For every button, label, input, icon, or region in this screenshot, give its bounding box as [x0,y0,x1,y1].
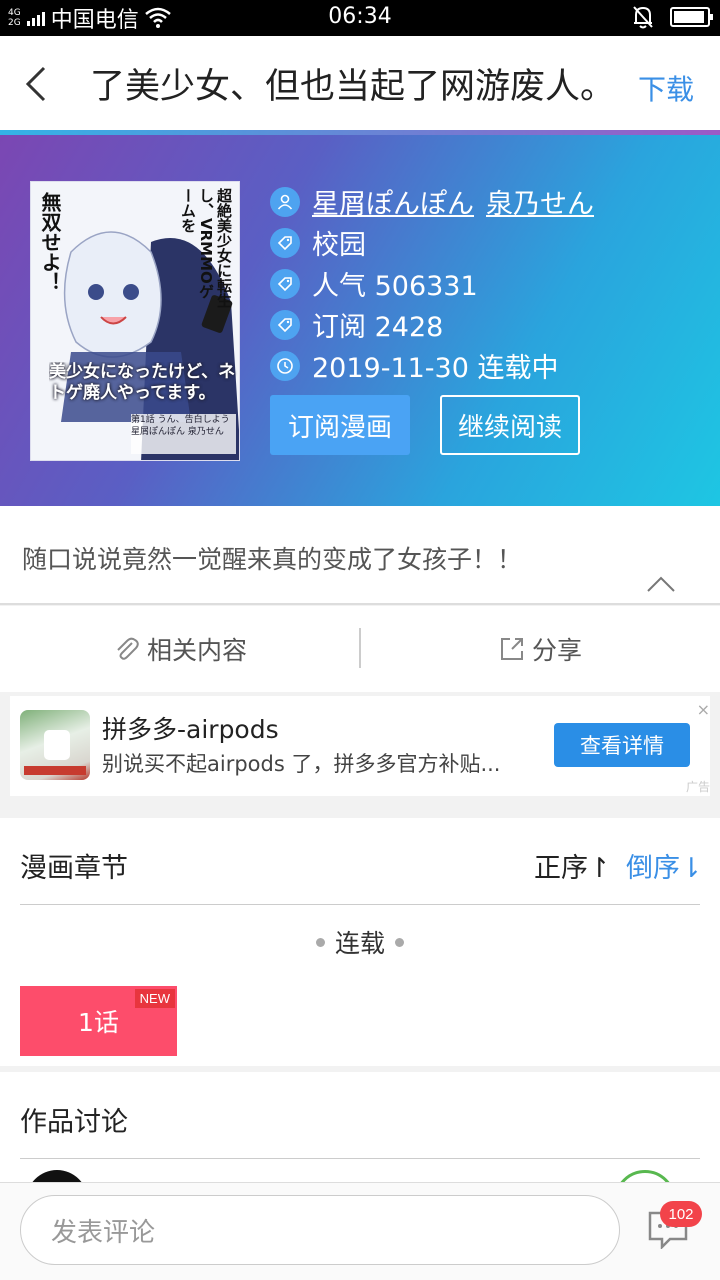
cover-title: 美少女になったけど、ネトゲ廃人やってます。 [49,362,236,403]
serial-status: 连载 [0,924,720,960]
popularity-row: 人气 506331 [270,263,710,304]
action-row: 相关内容 分享 [0,606,720,692]
description-text: 随口说说竟然一觉醒来真的变成了女孩子！！ [22,545,523,574]
comic-meta: 星屑ぽんぽん 泉乃せん 校园 人气 506331 订阅 2428 2019-11… [270,181,710,386]
author-link[interactable]: 星屑ぽんぽん [312,182,474,221]
download-button[interactable]: 下载 [638,68,694,108]
description-panel: 随口说说竟然一觉醒来真的变成了女孩子！！ [0,506,720,605]
battery-icon [670,7,713,27]
status-right [632,5,713,29]
tag-icon [270,309,300,340]
episode-label: 1话 [78,1008,119,1037]
cover-episode: 第1話 うん、告白しよう 星屑ぽんぽん 泉乃せん [131,414,236,454]
episode-button[interactable]: 1话 NEW [20,986,177,1056]
subscription-row: 订阅 2428 [270,304,710,345]
continue-reading-button[interactable]: 继续阅读 [440,395,580,455]
status-bar: 4G 2G 中国电信 06:34 [0,0,720,36]
tag-icon [270,268,300,299]
sort-ascending-button[interactable]: 正序↾ [534,846,611,885]
share-button[interactable]: 分享 [360,606,720,692]
share-label: 分享 [531,636,582,665]
ad-banner[interactable]: 拼多多-airpods 别说买不起airpods 了，拼多多官方补贴... 查看… [10,696,710,796]
page-title: 了美少女、但也当起了网游废人。 [90,67,616,107]
related-content-label: 相关内容 [146,636,247,665]
subscription-count: 订阅 2428 [312,312,444,343]
subscribe-button[interactable]: 订阅漫画 [270,395,410,455]
ad-tag: 广告 [685,780,710,794]
cover-slogan: 無双せよ！ [38,192,62,292]
chevron-up-icon[interactable] [646,574,676,594]
date-row: 2019-11-30 连载中 [270,345,710,386]
share-icon [500,638,523,660]
ad-details-button[interactable]: 查看详情 [554,723,690,767]
battery-level [674,11,705,23]
ad-title: 拼多多-airpods [102,715,279,744]
author-link[interactable]: 泉乃せん [486,182,594,221]
comment-bar: 发表评论 102 [0,1182,720,1280]
ad-subtitle: 别说买不起airpods 了，拼多多官方补贴... [102,752,501,776]
tag-icon [270,227,300,258]
comment-count-badge: 102 [660,1201,702,1227]
dot-icon [395,937,404,947]
new-badge: NEW [134,989,175,1008]
genre-label: 校园 [312,230,366,261]
dot-icon [315,937,325,947]
back-button[interactable] [18,64,58,104]
discussion-divider [20,1158,700,1159]
serial-status-label: 连载 [334,929,385,958]
cover-image[interactable]: 超絶美少女に転生し、VRMMOゲームを 無双せよ！ 美少女になったけど、ネトゲ廃… [30,181,240,461]
chapter-section: 漫画章节 正序↾ 倒序⇂ 连载 1话 NEW [0,818,720,1066]
title-bar: 了美少女、但也当起了网游废人。 下载 [0,36,720,132]
discussion-section: 作品讨论 [0,1072,720,1232]
paperclip-icon [117,637,139,660]
ad-thumbnail [20,710,90,780]
author-row: 星屑ぽんぽん 泉乃せん [270,181,710,222]
clock-icon [270,350,300,381]
hero-buttons: 订阅漫画 继续阅读 [270,395,580,455]
popularity-value: 人气 506331 [312,271,478,302]
comment-input[interactable]: 发表评论 [20,1195,620,1265]
chevron-left-icon [25,66,46,102]
close-icon[interactable]: × [697,700,710,719]
mute-bell-icon [633,6,653,29]
chapter-divider [20,904,700,905]
clock: 06:34 [328,4,392,29]
date-status: 2019-11-30 连载中 [312,353,559,384]
comic-header: 超絶美少女に転生し、VRMMOゲームを 無双せよ！ 美少女になったけど、ネトゲ廃… [0,135,720,506]
user-icon [270,186,300,217]
sort-descending-button[interactable]: 倒序⇂ [626,846,703,885]
genre-row: 校园 [270,222,710,263]
chapter-section-title: 漫画章节 [20,853,128,884]
discussion-title: 作品讨论 [20,1107,128,1138]
cover-tagline: 超絶美少女に転生し、VRMMOゲームを [179,188,233,308]
related-content-button[interactable]: 相关内容 [0,606,360,692]
